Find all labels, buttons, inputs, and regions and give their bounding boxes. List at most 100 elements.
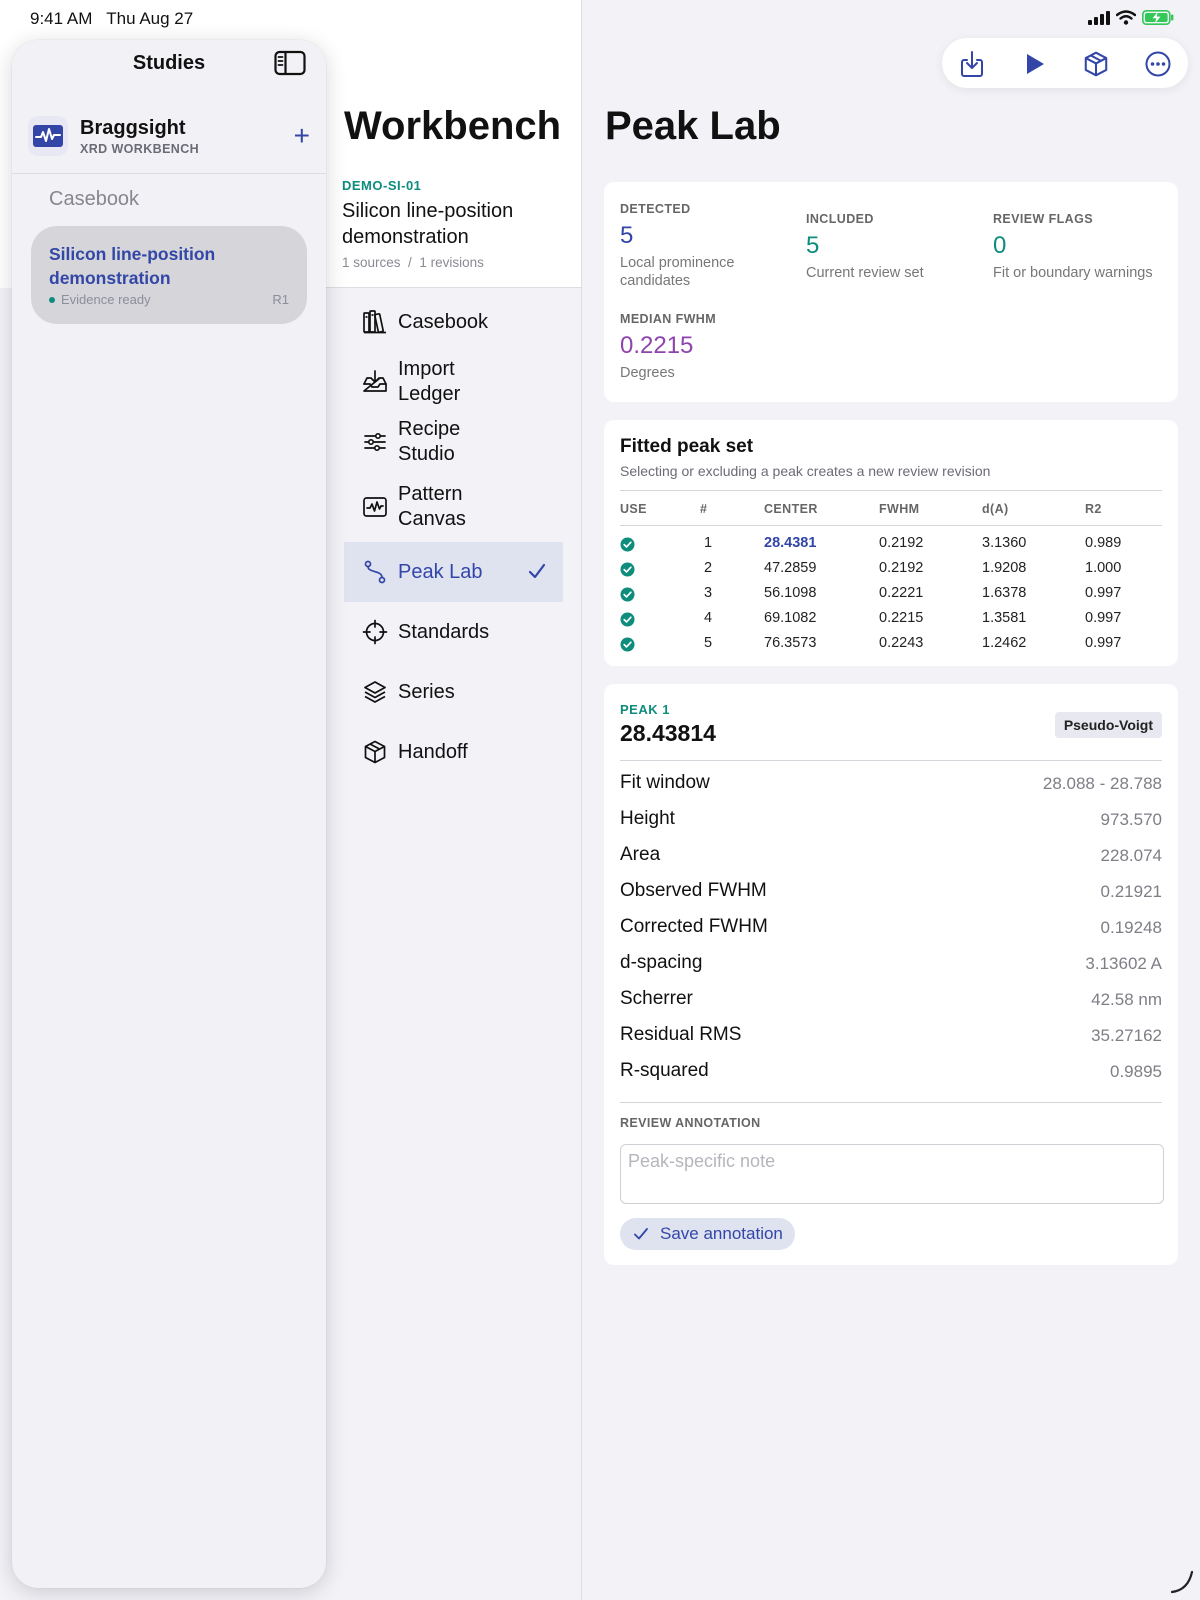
column-header-d-spacing: d(A) [982, 502, 1009, 516]
peak-fwhm: 0.2243 [879, 635, 924, 651]
detail-label: Scherrer [620, 988, 693, 1009]
nav-item-recipe-studio[interactable]: Recipe Studio [344, 412, 563, 472]
run-button[interactable] [1019, 49, 1049, 79]
peak-note-input[interactable] [620, 1144, 1164, 1204]
table-row[interactable]: 1 28.4381 0.2192 3.1360 0.989 [620, 532, 1162, 557]
nav-item-label: Peak Lab [398, 560, 483, 583]
study-list-item-title: Silicon line-position demonstration [49, 244, 216, 288]
sliders-icon [362, 429, 388, 455]
more-button[interactable] [1143, 49, 1173, 79]
included-check-icon[interactable] [620, 562, 635, 581]
profile-badge: Pseudo-Voigt [1054, 712, 1162, 738]
stat-detected: DETECTED 5 Local prominence candidates [620, 202, 790, 290]
peak-number: 1 [704, 535, 713, 551]
nav-item-peak-lab[interactable]: Peak Lab [344, 542, 563, 602]
peak-fwhm: 0.2192 [879, 535, 924, 551]
cube-icon [362, 739, 388, 765]
detail-row-height: Height 973.570 [620, 806, 1162, 834]
save-annotation-button[interactable]: Save annotation [620, 1218, 795, 1250]
study-revision: R1 [272, 292, 289, 307]
nav-item-import-ledger[interactable]: Import Ledger [344, 352, 563, 412]
study-meta: 1 sources / 1 revisions [342, 255, 484, 270]
detail-row-area: Area 228.074 [620, 842, 1162, 870]
peak-d-spacing: 3.1360 [982, 535, 1027, 551]
table-top-divider [620, 490, 1162, 491]
table-row[interactable]: 5 76.3573 0.2243 1.2462 0.997 [620, 632, 1162, 657]
nav-item-label: Series [398, 680, 455, 703]
status-clock: 9:41 AM [30, 9, 93, 28]
study-revisions-count: 1 revisions [419, 255, 484, 270]
detail-row-observed-fwhm: Observed FWHM 0.21921 [620, 878, 1162, 906]
wifi-icon [1116, 10, 1136, 25]
peak-r2: 0.997 [1085, 610, 1122, 626]
app-name: Braggsight [80, 117, 186, 139]
peak-center-link[interactable]: 28.4381 [764, 535, 816, 551]
package-button[interactable] [1081, 49, 1111, 79]
stat-value: 5 [620, 222, 634, 249]
nav-item-casebook[interactable]: Casebook [344, 292, 563, 352]
checkmark-icon [634, 1228, 648, 1240]
layers-icon [362, 679, 388, 705]
table-row[interactable]: 3 56.1098 0.2221 1.6378 0.997 [620, 582, 1162, 607]
peak-number: 3 [704, 585, 713, 601]
included-check-icon[interactable] [620, 637, 635, 656]
resize-grip-icon [1170, 1570, 1194, 1594]
peak-fwhm: 0.2215 [879, 610, 924, 626]
study-status-label: Evidence ready [61, 292, 151, 307]
detail-row-scherrer: Scherrer 42.58 nm [620, 986, 1162, 1014]
nav-item-pattern-canvas[interactable]: Pattern Canvas [344, 472, 563, 542]
detail-row-fit-window: Fit window 28.088 - 28.788 [620, 770, 1162, 798]
detail-row-corrected-fwhm: Corrected FWHM 0.19248 [620, 914, 1162, 942]
detail-value: 35.27162 [1091, 1026, 1162, 1045]
nav-item-standards[interactable]: Standards [344, 602, 563, 662]
study-sources-count: 1 sources [342, 255, 401, 270]
column-header-r2: R2 [1085, 502, 1102, 516]
more-icon [1145, 51, 1171, 77]
included-check-icon[interactable] [620, 587, 635, 606]
resize-handle[interactable] [1166, 1566, 1196, 1596]
crosshair-icon [362, 619, 388, 645]
cellular-signal-icon [1088, 10, 1110, 25]
nav-item-label: Handoff [398, 740, 468, 763]
peak-fwhm: 0.2221 [879, 585, 924, 601]
summary-stats-card: DETECTED 5 Local prominence candidates I… [604, 182, 1178, 402]
detail-bottom-divider [620, 1102, 1162, 1103]
stat-label: DETECTED [620, 202, 691, 216]
books-icon [362, 309, 388, 335]
peak-center[interactable]: 47.2859 [764, 560, 816, 576]
detail-value: 0.19248 [1100, 918, 1162, 937]
detail-label: Area [620, 844, 661, 865]
fitted-peak-table-card: Fitted peak set Selecting or excluding a… [604, 420, 1178, 666]
detail-row-d-spacing: d-spacing 3.13602 A [620, 950, 1162, 978]
detail-value: 228.074 [1100, 846, 1162, 865]
study-list-item[interactable]: Silicon line-position demonstration Evid… [31, 226, 307, 324]
peak-number: 4 [704, 610, 713, 626]
detail-label: Corrected FWHM [620, 916, 768, 937]
included-check-icon[interactable] [620, 537, 635, 556]
peak-d-spacing: 1.3581 [982, 610, 1027, 626]
column-divider [581, 0, 582, 1600]
table-subtitle: Selecting or excluding a peak creates a … [620, 463, 991, 479]
column-header-use: USE [620, 502, 647, 516]
sidebar-toggle-button[interactable] [274, 50, 306, 76]
save-annotation-label: Save annotation [660, 1224, 783, 1243]
add-study-button[interactable]: + [294, 122, 310, 150]
workbench-title: Workbench [344, 104, 562, 148]
stat-value: 0.2215 [620, 332, 694, 359]
peak-center[interactable]: 76.3573 [764, 635, 816, 651]
nav-item-handoff[interactable]: Handoff [344, 722, 563, 782]
stat-included: INCLUDED 5 Current review set [806, 212, 976, 282]
detail-value: 0.21921 [1100, 882, 1162, 901]
battery-charging-icon [1142, 10, 1174, 25]
peak-center[interactable]: 69.1082 [764, 610, 816, 626]
included-check-icon[interactable] [620, 612, 635, 631]
import-button[interactable] [957, 49, 987, 79]
nav-item-series[interactable]: Series [344, 662, 563, 722]
table-row[interactable]: 2 47.2859 0.2192 1.9208 1.000 [620, 557, 1162, 582]
table-title: Fitted peak set [620, 436, 754, 457]
peak-center[interactable]: 56.1098 [764, 585, 816, 601]
table-row[interactable]: 4 69.1082 0.2215 1.3581 0.997 [620, 607, 1162, 632]
main-toolbar [942, 38, 1188, 88]
nav-item-label: Standards [398, 620, 490, 643]
stat-label: REVIEW FLAGS [993, 212, 1093, 226]
